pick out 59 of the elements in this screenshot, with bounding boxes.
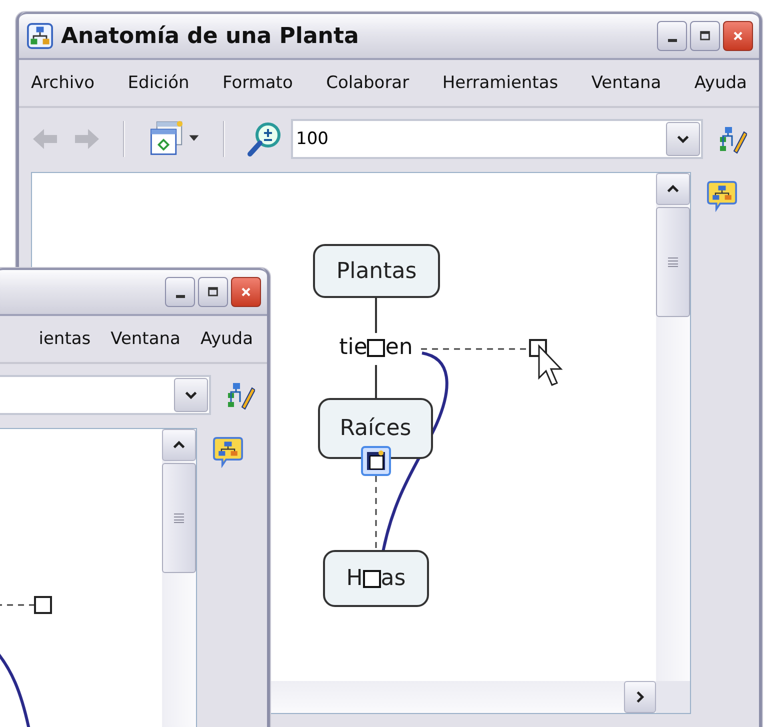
menu-item[interactable]: Colaborar — [326, 73, 410, 93]
vertical-scrollbar[interactable] — [162, 429, 196, 727]
minimize-button[interactable] — [165, 277, 195, 307]
maximize-icon — [206, 285, 220, 299]
chat-map-icon[interactable] — [213, 436, 243, 468]
menu-item[interactable]: Ventana — [110, 329, 180, 349]
horizontal-scrollbar[interactable] — [270, 681, 656, 713]
concept-label: Plantas — [336, 258, 417, 284]
zoom-field[interactable] — [0, 375, 211, 415]
concept-node[interactable]: Raíces — [318, 398, 433, 459]
scroll-right-button[interactable] — [624, 681, 656, 713]
map-edit-icon[interactable] — [717, 124, 747, 154]
map-edit-icon[interactable] — [225, 380, 255, 410]
window-title: Anatomía de una Planta — [61, 24, 360, 48]
menu-item[interactable]: Archivo — [31, 73, 95, 93]
close-button[interactable] — [231, 277, 261, 307]
menu-item[interactable]: Edición — [128, 73, 190, 93]
menu-item[interactable]: Ventana — [591, 73, 662, 93]
vertical-scrollbar[interactable] — [656, 173, 690, 681]
scrollbar-corner — [656, 681, 690, 713]
menu-item[interactable]: Ayuda — [694, 73, 747, 93]
maximize-button[interactable] — [198, 277, 228, 307]
concept-label: as — [380, 566, 406, 591]
zoom-in-icon[interactable] — [247, 121, 283, 157]
menu-item[interactable]: Formato — [222, 73, 293, 93]
close-button[interactable] — [723, 21, 753, 51]
dropdown-button[interactable] — [666, 122, 700, 156]
window-handle-icon[interactable] — [361, 446, 391, 476]
grip-icon — [667, 257, 679, 267]
concept-label: H — [346, 566, 363, 591]
grip-icon — [173, 513, 185, 523]
scroll-up-button[interactable] — [656, 173, 690, 205]
close-icon — [239, 285, 253, 299]
close-icon — [731, 29, 745, 43]
scroll-up-button[interactable] — [162, 429, 196, 461]
dropdown-button[interactable] — [174, 378, 208, 412]
maximize-icon — [698, 29, 712, 43]
chat-map-icon[interactable] — [707, 180, 737, 212]
concept-node[interactable]: H as — [323, 550, 429, 607]
cursor-icon — [538, 344, 563, 386]
menu-item[interactable]: Herramientas — [442, 73, 558, 93]
minimize-icon — [176, 294, 184, 298]
minimize-button[interactable] — [657, 21, 687, 51]
handle-square[interactable] — [34, 596, 52, 614]
linking-phrase: en — [385, 335, 413, 360]
concept-label: Raíces — [340, 416, 412, 441]
menu-item[interactable]: Ayuda — [200, 329, 253, 349]
minimize-icon — [668, 38, 676, 42]
linking-phrase: tie — [339, 335, 368, 360]
menu-item[interactable]: ientas — [38, 329, 91, 349]
handle-square[interactable] — [367, 338, 386, 356]
zoom-field[interactable]: 100 — [291, 119, 703, 159]
scroll-thumb[interactable] — [656, 207, 690, 317]
scroll-thumb[interactable] — [162, 463, 196, 573]
handle-square[interactable] — [362, 570, 381, 588]
dashed-line — [0, 604, 34, 606]
maximize-button[interactable] — [690, 21, 720, 51]
concept-node[interactable]: Plantas — [313, 244, 440, 298]
concept-map-icon — [27, 23, 53, 49]
